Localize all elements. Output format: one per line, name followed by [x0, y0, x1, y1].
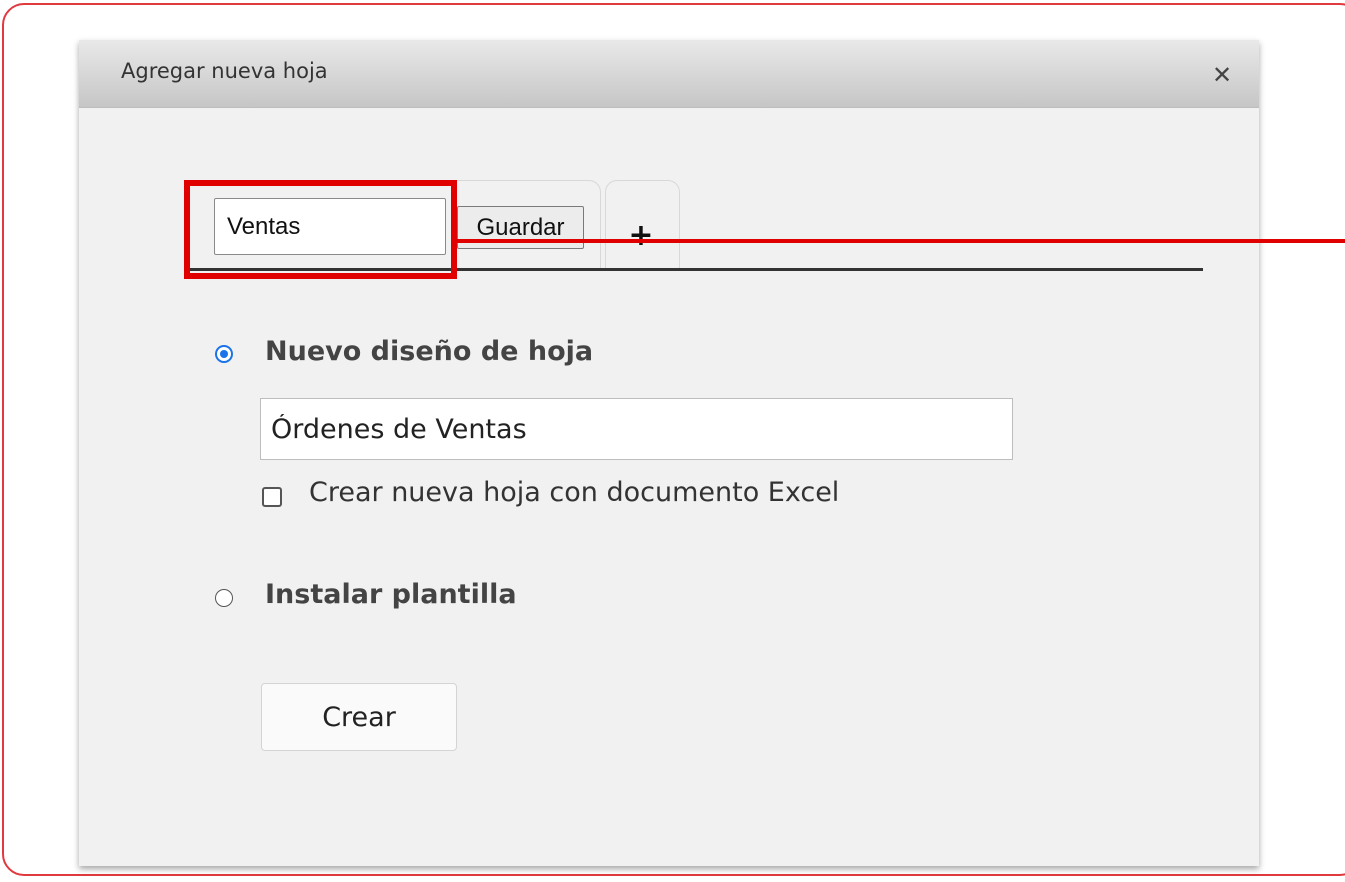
- add-sheet-dialog: Agregar nueva hoja ✕ Guardar + Nuevo dis…: [79, 40, 1259, 866]
- design-name-input[interactable]: [260, 398, 1013, 460]
- annotation-callout-line: [455, 239, 1345, 243]
- add-tab-plus-icon[interactable]: +: [626, 216, 656, 256]
- install-template-radio[interactable]: [215, 589, 233, 607]
- annotation-highlight-box: [184, 180, 457, 279]
- new-design-label[interactable]: Nuevo diseño de hoja: [265, 336, 593, 367]
- create-button[interactable]: Crear: [261, 683, 457, 751]
- dialog-title: Agregar nueva hoja: [121, 59, 328, 83]
- close-icon[interactable]: ✕: [1207, 60, 1237, 90]
- new-design-radio[interactable]: [215, 345, 233, 363]
- dialog-titlebar: Agregar nueva hoja ✕: [79, 40, 1259, 108]
- install-template-label[interactable]: Instalar plantilla: [265, 579, 517, 610]
- excel-checkbox-label[interactable]: Crear nueva hoja con documento Excel: [309, 477, 839, 508]
- excel-checkbox[interactable]: [262, 487, 282, 507]
